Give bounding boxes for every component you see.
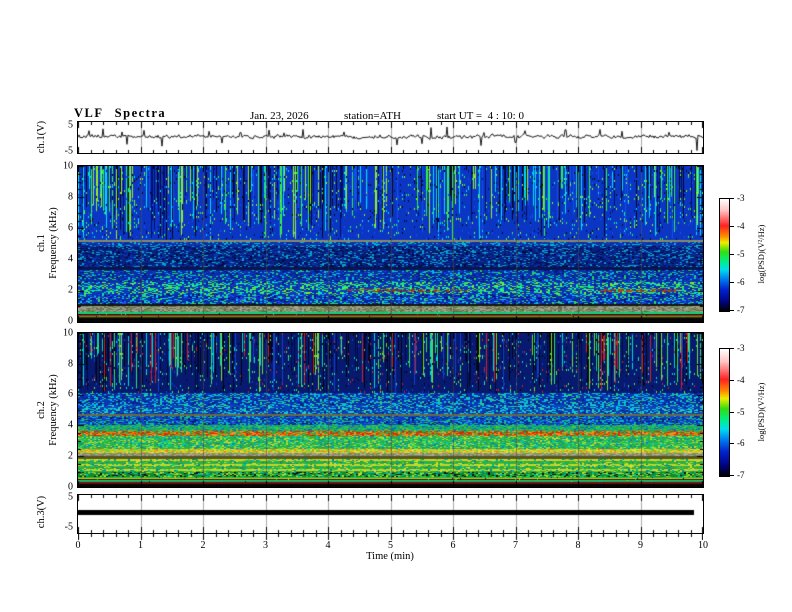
time-tick-label: 10 <box>698 540 708 551</box>
ch1-spec-ytick: 6 <box>68 222 73 234</box>
colorbar-ch1: log(PSD)(V²/Hz) -3 -4 -5 -6 -7 <box>719 193 789 315</box>
colorbar-tick <box>730 443 734 444</box>
colorbar-tick-label: -7 <box>737 470 745 480</box>
colorbar-tick <box>730 348 734 349</box>
colorbar-tick <box>730 412 734 413</box>
colorbar-tick-label: -4 <box>737 221 745 231</box>
ch1-axis-channel: ch.1 <box>36 234 47 252</box>
figure-title: VLF Spectra <box>74 106 167 120</box>
ch1-spectrogram-panel <box>77 165 704 323</box>
ch1-wave-ytick: -5 <box>64 145 73 157</box>
colorbar-ch2: log(PSD)(V²/Hz) -3 -4 -5 -6 -7 <box>719 343 789 480</box>
colorbar-tick-label: -3 <box>737 193 745 203</box>
ch1-spec-ytick: 4 <box>68 253 73 265</box>
ch2-frequency-axis-label: ch.2 Frequency (kHz) <box>36 374 60 445</box>
ch3-wave-ytick: -5 <box>64 521 73 533</box>
colorbar-tick-label: -7 <box>737 305 745 315</box>
ch2-spec-ytick: 2 <box>68 450 73 462</box>
ch1-waveform-panel <box>77 121 704 154</box>
time-tick-label: 8 <box>575 540 581 551</box>
colorbar-tick <box>730 254 734 255</box>
colorbar-tick <box>730 475 734 476</box>
ch2-spectrogram-panel <box>77 332 704 488</box>
ch2-axis-frequency: Frequency (kHz) <box>48 374 59 446</box>
ch1-spec-ytick: 8 <box>68 191 73 203</box>
colorbar-tick-label: -6 <box>737 438 745 448</box>
time-tick-label: 6 <box>450 540 456 551</box>
colorbar-ch1-unit-label: log(PSD)(V²/Hz) <box>756 224 766 284</box>
colorbar-ch2-gradient <box>719 348 730 477</box>
ch2-spec-ytick: 4 <box>68 419 73 431</box>
ch2-spec-ytick: 6 <box>68 388 73 400</box>
ch2-spec-ytick: 8 <box>68 358 73 370</box>
ch2-axis-channel: ch.2 <box>36 401 47 419</box>
time-tick-label: 4 <box>325 540 331 551</box>
colorbar-tick-label: -4 <box>737 375 745 385</box>
ch3-waveform-panel <box>77 494 704 534</box>
ch1-spec-ytick: 2 <box>68 284 73 296</box>
colorbar-tick <box>730 198 734 199</box>
ch1-frequency-axis-label: ch.1 Frequency (kHz) <box>36 207 60 278</box>
ch3-wave-ytick: 5 <box>68 491 73 503</box>
ch1-spec-ytick: 0 <box>68 315 73 327</box>
time-axis-label: Time (min) <box>366 551 414 562</box>
ch1-axis-frequency: Frequency (kHz) <box>48 207 59 279</box>
ch1-wave-ytick: 5 <box>68 119 73 131</box>
colorbar-tick-label: -6 <box>737 277 745 287</box>
ch1-voltage-axis-label: ch.1(V) <box>36 120 47 154</box>
colorbar-ch1-gradient <box>719 198 730 312</box>
colorbar-tick-label: -3 <box>737 343 745 353</box>
vlf-spectra-figure: VLF Spectra Jan. 23, 2026 station=ATH st… <box>0 0 792 612</box>
colorbar-tick <box>730 380 734 381</box>
time-tick-label: 0 <box>75 540 81 551</box>
ch2-spec-ytick: 0 <box>68 481 73 492</box>
colorbar-ch2-unit-label: log(PSD)(V²/Hz) <box>756 382 766 441</box>
colorbar-tick-label: -5 <box>737 249 745 259</box>
colorbar-tick <box>730 310 734 311</box>
time-tick-label: 9 <box>638 540 643 551</box>
colorbar-tick-label: -5 <box>737 407 745 417</box>
ch1-spec-ytick: 10 <box>63 160 73 172</box>
ch3-voltage-axis-label: ch.3(V) <box>36 495 47 529</box>
ch2-spec-ytick: 10 <box>63 327 73 339</box>
time-tick-label: 3 <box>263 540 268 551</box>
time-tick-label: 7 <box>513 540 518 551</box>
time-tick-label: 5 <box>388 540 393 551</box>
time-tick-label: 2 <box>200 540 206 551</box>
time-tick-label: 1 <box>138 540 143 551</box>
colorbar-tick <box>730 226 734 227</box>
colorbar-tick <box>730 282 734 283</box>
